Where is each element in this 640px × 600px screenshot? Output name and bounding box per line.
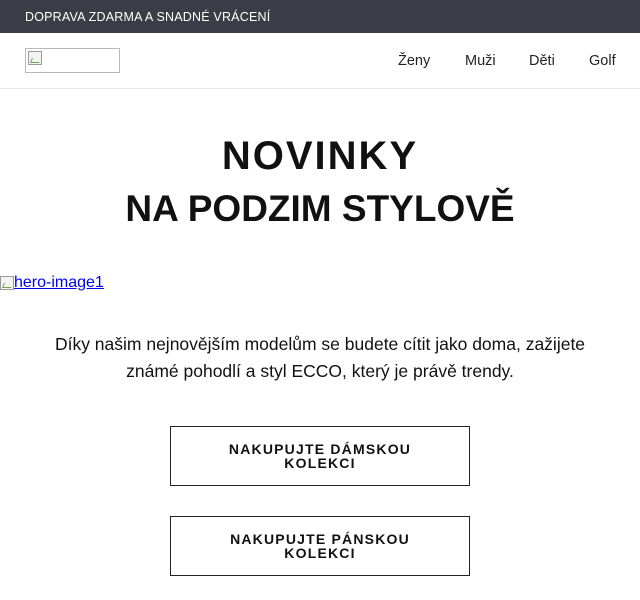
shop-women-label: NAKUPUJTE DÁMSKOU KOLEKCI xyxy=(228,441,412,471)
nav-item-deti[interactable]: Děti xyxy=(529,33,555,89)
broken-image-icon xyxy=(0,276,14,290)
site-header: Ženy Muži Děti Golf xyxy=(0,33,640,89)
hero-image-link[interactable]: hero-image1 xyxy=(0,274,104,292)
shop-men-label: NAKUPUJTE PÁNSKOU KOLEKCI xyxy=(230,531,410,561)
hero-image-alt: hero-image1 xyxy=(14,274,104,291)
page-title: NOVINKY xyxy=(221,134,419,178)
promo-text: DOPRAVA ZDARMA A SNADNÉ VRÁCENÍ xyxy=(25,9,271,24)
nav-item-muzi[interactable]: Muži xyxy=(465,33,496,89)
nav-item-zeny[interactable]: Ženy xyxy=(398,33,430,89)
page-subtitle: NA PODZIM STYLOVĚ xyxy=(125,188,515,229)
nav-item-golf[interactable]: Golf xyxy=(589,33,616,89)
shop-men-button[interactable]: NAKUPUJTE PÁNSKOU KOLEKCI xyxy=(170,516,470,576)
logo-link[interactable] xyxy=(25,48,120,73)
promo-bar: DOPRAVA ZDARMA A SNADNÉ VRÁCENÍ xyxy=(0,0,640,33)
broken-image-icon xyxy=(28,51,42,65)
intro-description: Díky našim nejnovějším modelům se budete… xyxy=(54,334,586,381)
shop-women-button[interactable]: NAKUPUJTE DÁMSKOU KOLEKCI xyxy=(170,426,470,486)
